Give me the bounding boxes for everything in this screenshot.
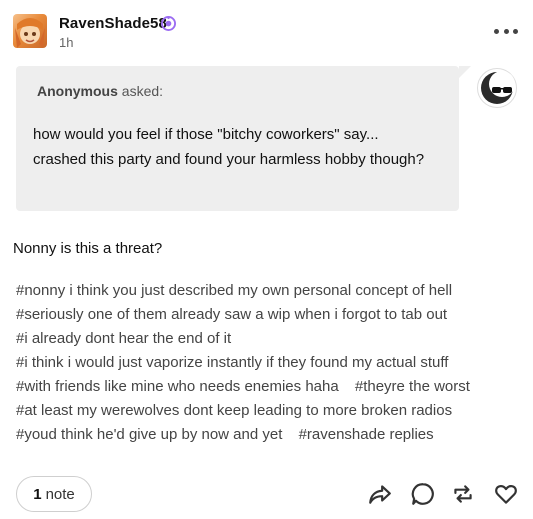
notes-label: note (45, 485, 75, 503)
share-icon[interactable] (367, 481, 393, 507)
answer-text: Nonny is this a threat? (13, 240, 163, 257)
asker-line: Anonymous asked: (37, 83, 163, 99)
blog-badge-icon (161, 16, 176, 31)
asked-label: asked: (121, 83, 164, 99)
tag-line: #i already dont hear the end of it (16, 327, 526, 351)
ask-question: how would you feel if those "bitchy cowo… (33, 126, 425, 168)
notes-count: 1 (33, 485, 42, 503)
post-timestamp[interactable]: 1h (59, 35, 73, 50)
tag-line: #at least my werewolves dont keep leadin… (16, 399, 526, 423)
tag[interactable]: #ravenshade replies (299, 426, 434, 443)
tag[interactable]: #nonny i think you just described my own… (16, 282, 452, 299)
tag-line: #with friends like mine who needs enemie… (16, 375, 526, 399)
tag[interactable]: #youd think he'd give up by now and yet (16, 426, 282, 443)
more-options-icon[interactable] (494, 24, 518, 38)
reply-icon[interactable] (410, 481, 436, 507)
notes-button[interactable]: 1 note (16, 476, 92, 512)
tag-line: #seriously one of them already saw a wip… (16, 303, 526, 327)
tag[interactable]: #seriously one of them already saw a wip… (16, 306, 447, 323)
tag[interactable]: #i already dont hear the end of it (16, 330, 231, 347)
asker-name: Anonymous (37, 83, 118, 99)
like-heart-icon[interactable] (493, 481, 519, 507)
tag[interactable]: #i think i would just vaporize instantly… (16, 354, 448, 371)
tag[interactable]: #at least my werewolves dont keep leadin… (16, 402, 452, 419)
username[interactable]: RavenShade58 (59, 15, 167, 32)
anonymous-avatar-icon (477, 68, 517, 108)
tag-line: #i think i would just vaporize instantly… (16, 351, 526, 375)
tag-list: #nonny i think you just described my own… (16, 279, 526, 447)
avatar[interactable] (13, 14, 47, 48)
reblog-icon[interactable] (450, 481, 476, 507)
tag[interactable]: #with friends like mine who needs enemie… (16, 378, 339, 395)
tag-line: #youd think he'd give up by now and yet … (16, 423, 526, 447)
tag[interactable]: #theyre the worst (355, 378, 470, 395)
ask-bubble: Anonymous asked: how would you feel if t… (16, 66, 471, 211)
tag-line: #nonny i think you just described my own… (16, 279, 526, 303)
